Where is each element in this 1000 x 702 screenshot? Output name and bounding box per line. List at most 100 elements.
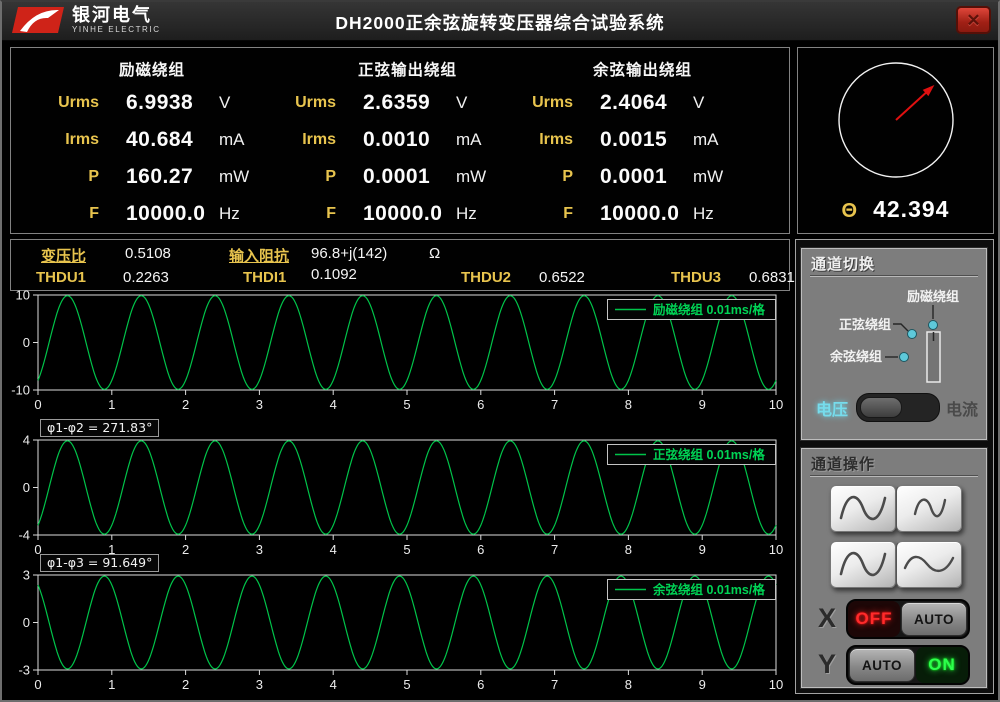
y-tick-label: 4	[23, 434, 30, 448]
channel-node-excitation	[929, 321, 938, 330]
measure-value: 0.0001	[336, 165, 456, 189]
measure-group-cosine: Urms2.4064V Irms0.0015mA P0.0001mW F1000…	[495, 84, 730, 232]
measure-row: Urms2.4064V	[495, 84, 730, 121]
ratio-label: 变压比	[41, 245, 86, 266]
y-tick-label: -10	[11, 383, 30, 398]
x-auto-button[interactable]: AUTO	[901, 602, 967, 636]
current-label: 电流	[946, 396, 978, 420]
measure-value: 6.9938	[99, 91, 219, 115]
y-tick-label: 0	[23, 335, 30, 350]
x-tick-label: 10	[769, 677, 783, 692]
ratio-value: 0.5108	[125, 245, 171, 262]
impedance-label: 输入阻抗	[229, 245, 289, 266]
y-tick-label: 10	[16, 289, 30, 303]
waveform-button-2[interactable]	[896, 485, 962, 532]
phase-diff-annotation-1: φ1-φ2 = 271.83°	[40, 419, 159, 437]
mode-switch-row: 电压 电流	[802, 393, 986, 425]
measure-value: 0.0015	[573, 128, 693, 152]
theta-value: 42.394	[873, 196, 949, 223]
measure-unit: Hz	[693, 204, 743, 224]
y-tick-label: 0	[23, 615, 30, 630]
waveform-button-4[interactable]	[896, 541, 962, 588]
measure-label: F	[258, 205, 336, 223]
voltage-label: 电压	[816, 396, 848, 420]
waveform-button-1[interactable]	[830, 485, 896, 532]
close-button[interactable]: ✕	[956, 6, 991, 34]
measure-value: 40.684	[99, 128, 219, 152]
measure-value: 0.0001	[573, 165, 693, 189]
y-on-state[interactable]: ON	[916, 647, 968, 683]
measure-row: F10000.0Hz	[495, 195, 730, 232]
measure-row: P160.27mW	[21, 158, 256, 195]
measure-value: 160.27	[99, 165, 219, 189]
measure-label: Urms	[21, 94, 99, 112]
x-tick-label: 4	[330, 677, 337, 692]
chart-cosine-winding: φ1-φ3 = 91.649° 30-3012345678910余弦绕组 0.0…	[10, 554, 790, 693]
legend-label: 余弦绕组 0.01ms/格	[652, 582, 765, 597]
waveform-button-3[interactable]	[830, 541, 896, 588]
measure-row: F10000.0Hz	[258, 195, 493, 232]
measure-label: Irms	[258, 131, 336, 149]
impedance-unit: Ω	[429, 245, 440, 262]
group-header-sine-output: 正弦输出绕组	[358, 58, 457, 80]
y-auto-button[interactable]: AUTO	[849, 648, 915, 682]
measure-value: 10000.0	[99, 202, 219, 226]
title-bar: 银河电气 YINHE ELECTRIC DH2000正余弦旋转变压器综合试验系统…	[2, 2, 998, 41]
measure-row: Urms2.6359V	[258, 84, 493, 121]
measure-label: F	[495, 205, 573, 223]
y-axis-label: Y	[818, 649, 836, 680]
voltage-current-toggle[interactable]	[856, 393, 940, 422]
x-tick-label: 8	[625, 397, 632, 412]
close-icon: ✕	[966, 11, 980, 30]
x-tick-label: 7	[551, 397, 558, 412]
phase-needle	[896, 90, 928, 120]
x-tick-label: 2	[182, 677, 189, 692]
x-tick-label: 0	[34, 677, 41, 692]
x-tick-label: 4	[330, 397, 337, 412]
thdu1-label: THDU1	[36, 269, 86, 286]
title-divider	[810, 275, 978, 277]
measure-unit: V	[693, 93, 743, 113]
channel-node-sine	[908, 330, 917, 339]
x-off-state[interactable]: OFF	[848, 601, 900, 637]
excitation-waveform-plot: 100-10012345678910励磁绕组 0.01ms/格	[10, 289, 790, 413]
x-tick-label: 2	[182, 397, 189, 412]
measure-row: P0.0001mW	[258, 158, 493, 195]
x-tick-label: 9	[699, 677, 706, 692]
channel-diagram: 励磁绕组 正弦绕组 余弦绕组	[803, 279, 986, 391]
x-tick-label: 5	[403, 397, 410, 412]
x-axis-label: X	[818, 603, 836, 634]
measure-row: P0.0001mW	[495, 158, 730, 195]
measure-row: Irms0.0015mA	[495, 121, 730, 158]
measure-value: 2.4064	[573, 91, 693, 115]
node-label-sine: 正弦绕组	[839, 317, 891, 332]
measure-unit: mA	[693, 130, 743, 150]
measure-label: P	[258, 168, 336, 186]
measure-label: F	[21, 205, 99, 223]
waveform-button-row-1	[830, 485, 962, 532]
legend-label: 正弦绕组 0.01ms/格	[653, 447, 765, 462]
y-tick-label: -3	[18, 663, 30, 678]
measure-row: Irms40.684mA	[21, 121, 256, 158]
group-header-excitation: 励磁绕组	[119, 58, 185, 80]
measure-row: Urms6.9938V	[21, 84, 256, 121]
sidebar: 通道切换 励磁绕组 正弦绕组 余弦绕组 电压 电流	[795, 239, 994, 694]
connector-line	[893, 324, 908, 331]
measurements-panel: 励磁绕组 正弦输出绕组 余弦输出绕组 Urms6.9938V Irms40.68…	[10, 47, 790, 234]
window-title: DH2000正余弦旋转变压器综合试验系统	[2, 10, 998, 35]
sine-waveform-plot: 40-4012345678910正弦绕组 0.01ms/格	[10, 434, 790, 558]
phase-diff-annotation-2: φ1-φ3 = 91.649°	[40, 554, 159, 572]
measure-value: 10000.0	[573, 202, 693, 226]
y-tick-label: -4	[18, 528, 30, 543]
measure-row: Irms0.0010mA	[258, 121, 493, 158]
sine-large-icon	[831, 542, 895, 586]
thdu2-label: THDU2	[461, 269, 511, 286]
thdu1-value: 0.2263	[123, 269, 169, 286]
measure-value: 0.0010	[336, 128, 456, 152]
phase-dial	[798, 48, 993, 188]
x-tick-label: 6	[477, 677, 484, 692]
x-channel-toggle: OFF AUTO	[846, 599, 970, 639]
thdu3-label: THDU3	[671, 269, 721, 286]
x-tick-label: 1	[108, 397, 115, 412]
thdu3-value: 0.6831	[749, 269, 795, 286]
